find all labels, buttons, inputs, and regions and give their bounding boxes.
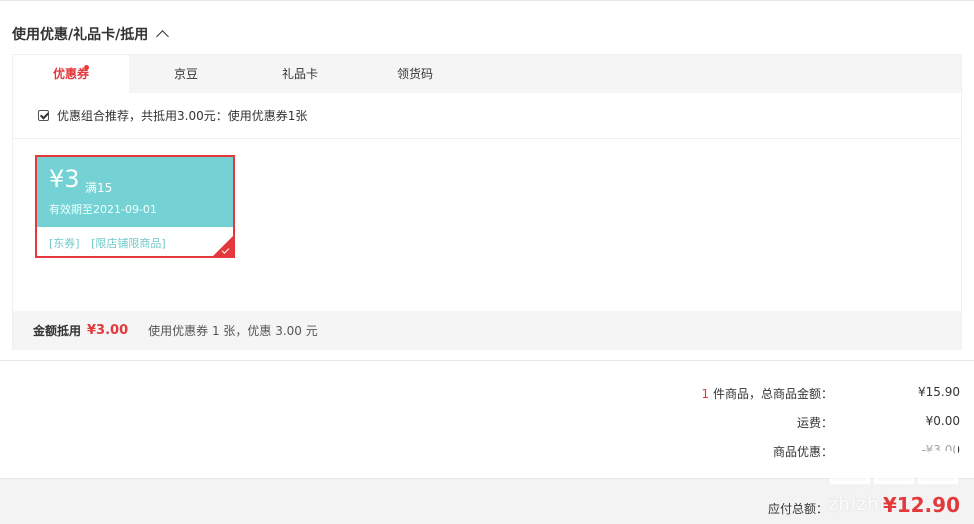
top-divider bbox=[0, 0, 974, 1]
goods-total-label: 1 件商品，总商品金额： bbox=[702, 385, 833, 402]
discount-label: 商品优惠： bbox=[772, 445, 833, 459]
payable-footer: 应付总额： ¥12.90 bbox=[0, 478, 974, 524]
coupon-tags: [东券] [限店铺限商品] bbox=[49, 235, 174, 251]
tab-label: 领货码 bbox=[396, 67, 433, 81]
tab-label: 礼品卡 bbox=[281, 67, 318, 81]
shipping-row: 运费： ¥0.00 bbox=[0, 414, 974, 434]
coupon-amount: ¥3 bbox=[49, 165, 80, 193]
tab-coupons[interactable]: 优惠券 bbox=[13, 55, 129, 94]
coupon-header: ¥3 满15 有效期至2021-09-01 bbox=[37, 157, 233, 227]
discount-tabs: 优惠券 京豆 礼品卡 领货码 bbox=[13, 55, 961, 94]
combo-recommendation-row: 优惠组合推荐，共抵用3.00元：使用优惠券1张 bbox=[13, 93, 961, 139]
coupon-expiry: 有效期至2021-09-01 bbox=[49, 203, 157, 216]
shipping-value: ¥0.00 bbox=[925, 414, 960, 428]
payable-label: 应付总额： bbox=[767, 502, 828, 516]
shipping-label: 运费： bbox=[796, 416, 833, 430]
order-checkout-page: 使用优惠/礼品卡/抵用 优惠券 京豆 礼品卡 领货码 优惠组合推荐，共抵用3.0… bbox=[0, 0, 974, 524]
section-title: 使用优惠/礼品卡/抵用 bbox=[12, 27, 149, 43]
coupon-tag: [东券] bbox=[49, 237, 80, 250]
discount-summary: 金额抵用 ¥3.00 使用优惠券 1 张，优惠 3.00 元 bbox=[13, 311, 961, 350]
coupon-threshold: 满15 bbox=[85, 181, 113, 195]
summary-desc: 使用优惠券 1 张，优惠 3.00 元 bbox=[148, 324, 318, 338]
tab-gift-card[interactable]: 礼品卡 bbox=[243, 55, 357, 93]
discount-section-toggle[interactable]: 使用优惠/礼品卡/抵用 bbox=[12, 24, 170, 44]
mid-divider bbox=[0, 360, 974, 361]
summary-amount: ¥3.00 bbox=[87, 323, 129, 338]
tab-label: 京豆 bbox=[173, 67, 198, 81]
payable-amount: ¥12.90 bbox=[882, 493, 960, 517]
chevron-up-icon bbox=[156, 29, 170, 43]
notification-dot bbox=[84, 65, 89, 70]
coupon-tag: [限店铺限商品] bbox=[91, 237, 166, 250]
tab-jingdou[interactable]: 京豆 bbox=[129, 55, 243, 93]
tab-redeem-code[interactable]: 领货码 bbox=[357, 55, 473, 93]
discount-panel: 优惠券 京豆 礼品卡 领货码 优惠组合推荐，共抵用3.00元：使用优惠券1张 ¥… bbox=[12, 54, 962, 350]
discount-value: -¥3.00 bbox=[921, 443, 960, 457]
coupon-card[interactable]: ¥3 满15 有效期至2021-09-01 [东券] [限店铺限商品] bbox=[35, 155, 235, 258]
combo-checkbox[interactable] bbox=[38, 110, 49, 121]
goods-label-text: 件商品，总商品金额： bbox=[709, 387, 833, 401]
discount-row: 商品优惠： -¥3.00 bbox=[0, 443, 974, 463]
goods-total-row: 1 件商品，总商品金额： ¥15.90 bbox=[0, 385, 974, 405]
summary-label: 金额抵用 bbox=[33, 324, 82, 338]
combo-text: 优惠组合推荐，共抵用3.00元：使用优惠券1张 bbox=[57, 109, 308, 123]
goods-total-value: ¥15.90 bbox=[918, 385, 960, 399]
